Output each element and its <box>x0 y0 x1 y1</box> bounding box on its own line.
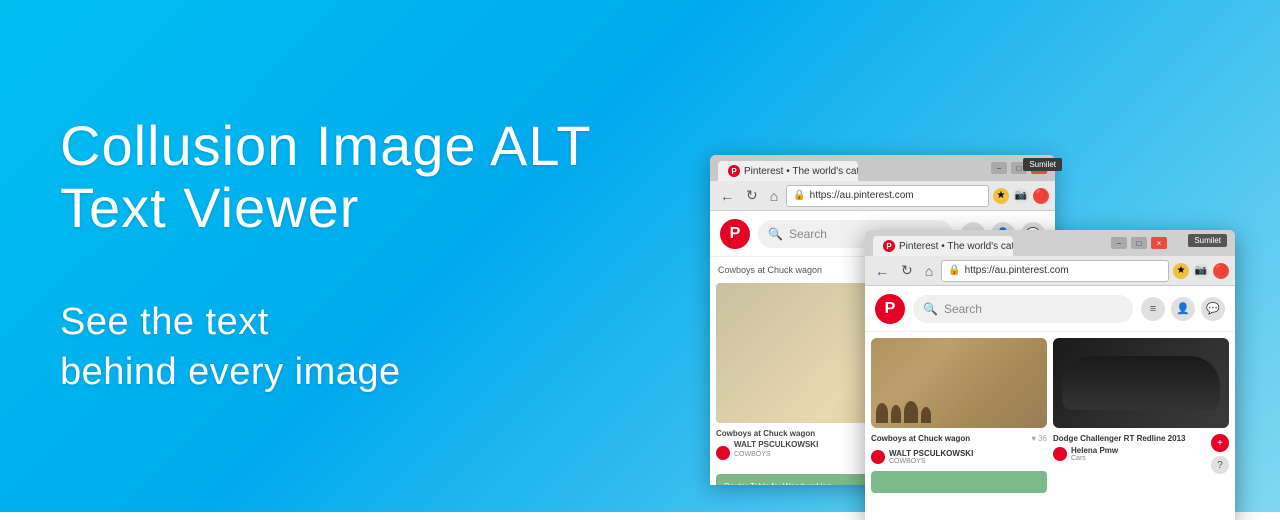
front-user-board-right: Cars <box>1071 455 1118 462</box>
plus-button[interactable]: + <box>1211 434 1229 452</box>
browser-mockups-container: Pinterest • The world's cat... × − □ × ←… <box>700 0 1280 512</box>
tab-area-front: Pinterest • The world's cat... × <box>873 230 1013 256</box>
menu-icon-front[interactable]: ≡ <box>1141 297 1165 321</box>
tab-back[interactable]: Pinterest • The world's cat... × <box>718 161 858 181</box>
front-pin-title-right: Dodge Challenger RT Redline 2013 <box>1053 434 1185 443</box>
left-section: Collusion Image ALT Text Viewer See the … <box>0 75 700 437</box>
tab-area-back: Pinterest • The world's cat... × <box>718 155 858 181</box>
page-background: Collusion Image ALT Text Viewer See the … <box>0 0 1280 512</box>
messages-icon-front[interactable]: 💬 <box>1201 297 1225 321</box>
front-pin-info-right: Dodge Challenger RT Redline 2013 Helena … <box>1053 434 1185 462</box>
toolbar-front: ← ↻ ⌂ 🔒 https://au.pinterest.com ★ 📷 🔴 <box>865 256 1235 286</box>
minimize-button-back[interactable]: − <box>991 162 1007 174</box>
close-button-front[interactable]: × <box>1151 237 1167 249</box>
address-text-front: https://au.pinterest.com <box>965 265 1069 276</box>
search-placeholder-back: Search <box>789 227 827 241</box>
home-button-front[interactable]: ⌂ <box>921 261 937 281</box>
address-bar-back[interactable]: 🔒 https://au.pinterest.com <box>786 185 989 207</box>
toolbar-back: ← ↻ ⌂ 🔒 https://au.pinterest.com ★ 📷 🔴 <box>710 181 1055 211</box>
sumilet-label-back: Sumilet <box>1023 158 1062 171</box>
front-user-name-left: WALT PSCULKOWSKI <box>889 449 973 458</box>
pinterest-logo-front: P <box>875 294 905 324</box>
reload-button-back[interactable]: ↻ <box>742 185 762 206</box>
question-button[interactable]: ? <box>1211 456 1229 474</box>
sumilet-label-front: Sumilet <box>1188 234 1227 247</box>
browser-content-front: P 🔍 Search ≡ 👤 💬 <box>865 286 1235 520</box>
person2 <box>891 405 901 423</box>
back-user-board: COWBOYS <box>734 451 818 458</box>
front-content-area: Cowboys at Chuck wagon ♥ 36 WALT PSCULKO… <box>865 332 1235 520</box>
like-count: ♥ 36 <box>1031 434 1047 443</box>
lock-icon-front: 🔒 <box>948 265 960 276</box>
search-icon-front: 🔍 <box>923 302 938 316</box>
back-button-front[interactable]: ← <box>871 261 893 281</box>
maximize-button-front[interactable]: □ <box>1131 237 1147 249</box>
header-icons-front: ≡ 👤 💬 <box>1141 297 1225 321</box>
person4 <box>921 407 931 423</box>
front-pin-meta-left: Cowboys at Chuck wagon <box>871 434 970 443</box>
user-avatar-front-right <box>1053 447 1067 461</box>
lock-icon-back: 🔒 <box>793 190 805 201</box>
star-icon-front[interactable]: ★ <box>1173 263 1189 279</box>
ext-icon-front[interactable]: 📷 <box>1193 263 1209 279</box>
action-buttons-right: + ? <box>1211 434 1229 474</box>
front-col-right: Dodge Challenger RT Redline 2013 Helena … <box>1053 338 1229 520</box>
ext2-icon-back[interactable]: 🔴 <box>1033 188 1049 204</box>
front-col-left: Cowboys at Chuck wagon ♥ 36 WALT PSCULKO… <box>871 338 1047 520</box>
front-pin-actions-left: Cowboys at Chuck wagon ♥ 36 <box>871 434 1047 443</box>
browser-window-front: Pinterest • The world's cat... × Sumilet… <box>865 230 1235 520</box>
reload-button-front[interactable]: ↻ <box>897 260 917 281</box>
address-bar-front[interactable]: 🔒 https://au.pinterest.com <box>941 260 1169 282</box>
main-title: Collusion Image ALT Text Viewer <box>60 115 640 238</box>
front-sepia-image <box>871 338 1047 428</box>
search-icon-back: 🔍 <box>768 227 783 241</box>
sepia-people <box>876 401 1042 423</box>
user-avatar-front-left <box>871 450 885 464</box>
toolbar-icons-back: ★ 📷 🔴 <box>993 188 1049 204</box>
front-user-name-right: Helena Pmw <box>1071 446 1118 455</box>
tab-label-front: Pinterest • The world's cat... <box>899 241 1013 252</box>
like-number: 36 <box>1038 434 1047 443</box>
subtitle-line1: See the text <box>60 301 269 343</box>
pinterest-favicon-front <box>883 240 895 252</box>
titlebar-front: Pinterest • The world's cat... × Sumilet… <box>865 230 1235 256</box>
person3 <box>904 401 918 423</box>
window-controls-front: − □ × <box>1111 237 1167 249</box>
minimize-button-front[interactable]: − <box>1111 237 1127 249</box>
subtitle: See the text behind every image <box>60 298 640 397</box>
home-button-back[interactable]: ⌂ <box>766 186 782 206</box>
like-icon: ♥ <box>1031 434 1036 443</box>
front-pin-user-right: Helena Pmw Cars <box>1053 446 1185 462</box>
profile-icon-front[interactable]: 👤 <box>1171 297 1195 321</box>
front-pin-actions-right: Dodge Challenger RT Redline 2013 Helena … <box>1053 434 1229 474</box>
pinterest-header-front: P 🔍 Search ≡ 👤 💬 <box>865 286 1235 332</box>
ext2-icon-front[interactable]: 🔴 <box>1213 263 1229 279</box>
user-avatar-back <box>716 446 730 460</box>
front-user-board-left: COWBOYS <box>889 458 973 465</box>
front-pin-user-left: WALT PSCULKOWSKI COWBOYS <box>871 449 1047 465</box>
pinterest-logo-back: P <box>720 219 750 249</box>
green-bar-label: Router Table for Woodworking <box>724 482 831 486</box>
front-car-image <box>1053 338 1229 428</box>
back-user-name: WALT PSCULKOWSKI <box>734 440 818 449</box>
person1 <box>876 403 888 423</box>
back-button-back[interactable]: ← <box>716 186 738 206</box>
toolbar-icons-front: ★ 📷 🔴 <box>1173 263 1229 279</box>
search-placeholder-front: Search <box>944 302 982 316</box>
pinterest-favicon-back <box>728 165 740 177</box>
car-silhouette <box>1062 356 1220 410</box>
pinterest-search-front[interactable]: 🔍 Search <box>913 295 1133 323</box>
address-text-back: https://au.pinterest.com <box>810 190 914 201</box>
star-icon-back[interactable]: ★ <box>993 188 1009 204</box>
front-green-btn[interactable] <box>871 471 1047 493</box>
ext-icon-back[interactable]: 📷 <box>1013 188 1029 204</box>
subtitle-line2: behind every image <box>60 351 401 393</box>
front-pin-title-left: Cowboys at Chuck wagon <box>871 434 970 443</box>
tab-front[interactable]: Pinterest • The world's cat... × <box>873 236 1013 256</box>
titlebar-back: Pinterest • The world's cat... × − □ × <box>710 155 1055 181</box>
tab-label-back: Pinterest • The world's cat... <box>744 166 858 177</box>
